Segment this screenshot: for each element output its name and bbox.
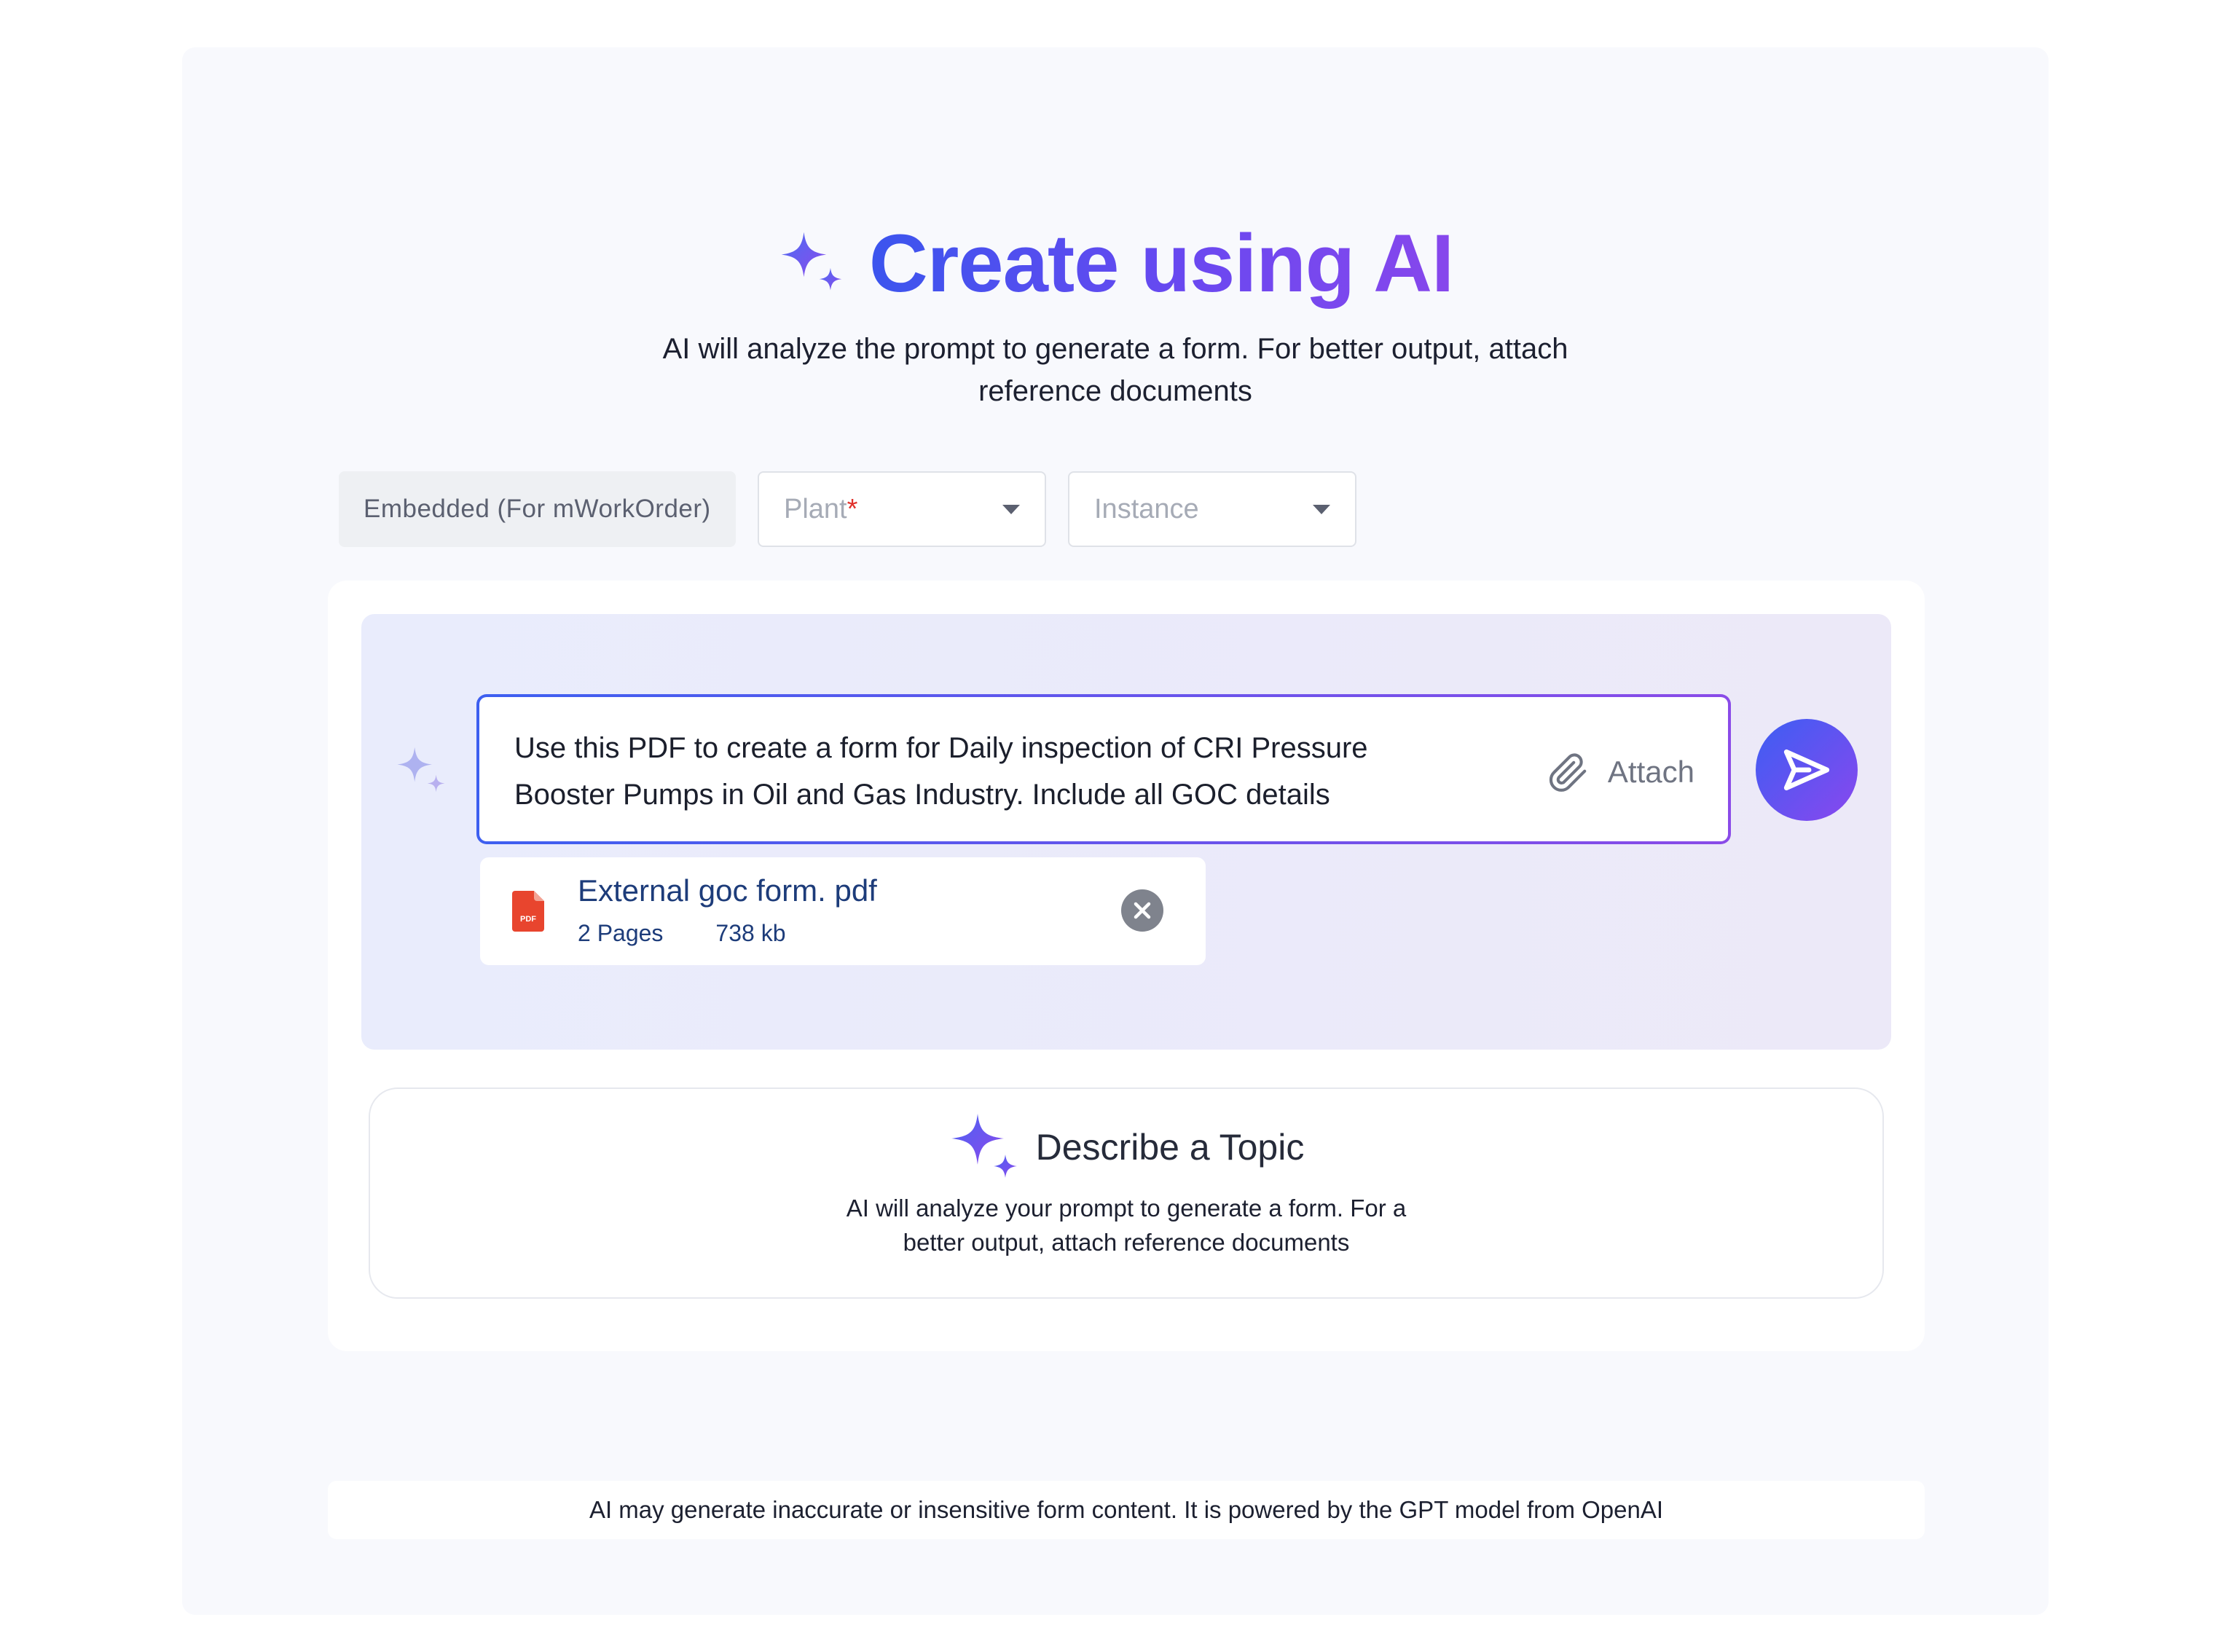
caret-down-icon — [1002, 504, 1020, 514]
paperclip-icon — [1549, 753, 1587, 792]
plant-select[interactable]: Plant* — [758, 471, 1046, 547]
topic-desc-line: better output, attach reference document… — [903, 1229, 1350, 1256]
topic-title: Describe a Topic — [1035, 1127, 1305, 1168]
subtitle-line: AI will analyze the prompt to generate a… — [662, 333, 1568, 365]
file-name[interactable]: External goc form. pdf — [578, 873, 877, 908]
caret-down-icon — [1313, 504, 1330, 514]
prompt-input[interactable]: Use this PDF to create a form for Daily … — [476, 694, 1731, 844]
prompt-card: Use this PDF to create a form for Daily … — [328, 581, 1925, 1351]
file-size: 738 kb — [715, 920, 786, 946]
describe-topic-card[interactable]: Describe a Topic AI will analyze your pr… — [369, 1087, 1884, 1299]
topic-desc-line: AI will analyze your prompt to generate … — [846, 1195, 1407, 1222]
close-icon — [1134, 902, 1151, 919]
subtitle-line: reference documents — [978, 375, 1252, 407]
embedded-type-chip[interactable]: Embedded (For mWorkOrder) — [339, 471, 736, 547]
topic-description: AI will analyze your prompt to generate … — [370, 1191, 1882, 1259]
plant-placeholder: Plant — [784, 493, 847, 524]
attach-button[interactable]: Attach — [1545, 750, 1694, 795]
pdf-icon: PDF — [512, 891, 544, 932]
send-icon — [1783, 749, 1830, 791]
file-meta: 2 Pages 738 kb — [578, 920, 786, 947]
remove-attachment-button[interactable] — [1121, 889, 1163, 932]
page-title: Create using AI — [869, 215, 1454, 312]
attach-label: Attach — [1607, 755, 1694, 789]
prompt-area: Use this PDF to create a form for Daily … — [361, 614, 1891, 1050]
prompt-line: Use this PDF to create a form for Daily … — [514, 732, 1368, 764]
attachment-card: PDF External goc form. pdf 2 Pages 738 k… — [480, 857, 1206, 965]
sparkle-icon — [397, 747, 445, 792]
instance-select[interactable]: Instance — [1068, 471, 1356, 547]
topic-header: Describe a Topic — [370, 1111, 1882, 1184]
pdf-badge-text: PDF — [520, 915, 536, 924]
plant-select-label: Plant* — [784, 494, 857, 525]
sparkle-icon — [951, 1114, 1017, 1178]
file-pages: 2 Pages — [578, 920, 664, 946]
instance-placeholder: Instance — [1094, 493, 1199, 524]
required-mark: * — [847, 493, 858, 524]
ai-disclaimer: AI may generate inaccurate or insensitiv… — [328, 1481, 1925, 1539]
create-ai-panel: Create using AI AI will analyze the prom… — [182, 47, 2049, 1615]
selector-row: Embedded (For mWorkOrder) Plant* Instanc… — [339, 471, 1356, 547]
page-header: Create using AI — [182, 215, 2049, 312]
prompt-text[interactable]: Use this PDF to create a form for Daily … — [514, 725, 1520, 818]
sparkle-icon — [781, 232, 842, 291]
send-button[interactable] — [1756, 719, 1858, 821]
prompt-line: Booster Pumps in Oil and Gas Industry. I… — [514, 779, 1330, 811]
page-subtitle: AI will analyze the prompt to generate a… — [182, 328, 2049, 412]
